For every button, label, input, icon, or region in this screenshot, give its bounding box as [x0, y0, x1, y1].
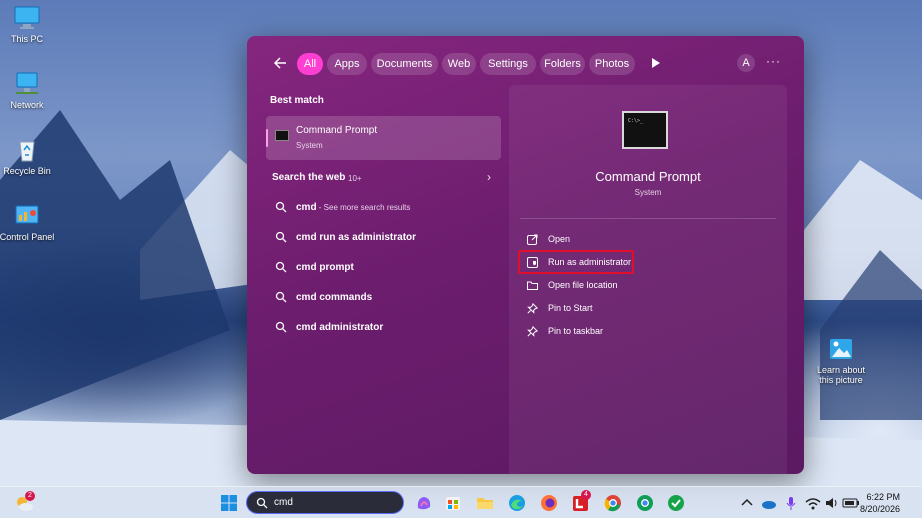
detail-app-type: System [634, 188, 662, 197]
green-app-icon[interactable] [666, 493, 686, 513]
desktop-icon-learn-about[interactable]: Learn about this picture [809, 336, 873, 385]
filter-chip-apps[interactable]: Apps [327, 53, 367, 75]
desktop-icon-label: Network [10, 100, 44, 110]
best-match-type: System [296, 141, 323, 150]
chevron-right-icon[interactable]: › [487, 170, 491, 184]
spotlight-icon [830, 339, 852, 359]
search-web-count: 10+ [348, 174, 362, 183]
search-icon [275, 201, 287, 213]
search-icon [275, 291, 287, 303]
web-result-term: cmd prompt [296, 262, 354, 273]
filter-chip-web[interactable]: Web [442, 53, 476, 75]
notification-badge: 2 [25, 491, 35, 501]
web-result-item[interactable]: cmd run as administrator [275, 226, 500, 250]
back-arrow-icon[interactable] [271, 53, 291, 73]
action-label: Pin to taskbar [548, 326, 604, 336]
search-value: cmd [274, 497, 293, 508]
web-result-item[interactable]: cmd prompt [275, 256, 500, 280]
desktop-icon-label: Recycle Bin [3, 166, 51, 176]
filter-chip-settings[interactable]: Settings [480, 53, 536, 75]
microsoft-store-icon[interactable] [443, 493, 463, 513]
search-icon [275, 231, 287, 243]
monitor-icon [14, 6, 40, 29]
notification-badge: 4 [581, 490, 591, 500]
detail-app-name: Command Prompt [595, 169, 701, 184]
web-result-item[interactable]: cmd administrator [275, 316, 500, 340]
firefox-icon[interactable] [539, 493, 559, 513]
filter-chip-all[interactable]: All [297, 53, 323, 75]
chevron-up-icon[interactable] [737, 493, 757, 513]
recycle-bin-icon [19, 141, 35, 162]
desktop-icon-this-pc[interactable]: This PC [0, 5, 59, 44]
action-open-file-location[interactable]: Open file location [527, 277, 767, 295]
web-result-term: cmd administrator [296, 322, 384, 333]
best-match-heading: Best match [270, 95, 324, 106]
microphone-icon[interactable] [781, 493, 801, 513]
web-result-term: cmd run as administrator [296, 232, 417, 243]
wifi-icon[interactable] [803, 493, 823, 513]
taskbar-search-input[interactable]: cmd [246, 491, 404, 514]
taskbar: 2 cmd 4 6:22 PM 8/20/2026 [0, 486, 922, 518]
action-pin-to-start[interactable]: Pin to Start [527, 300, 767, 318]
search-icon [275, 321, 287, 333]
copilot-icon[interactable] [414, 493, 434, 513]
web-result-item[interactable]: cmd commands [275, 286, 500, 310]
onedrive-icon[interactable] [759, 493, 779, 513]
command-prompt-icon [275, 130, 289, 141]
control-panel-icon [15, 205, 39, 224]
clock-date[interactable]: 8/20/2026 [836, 504, 900, 514]
play-more-filters-icon[interactable] [651, 57, 661, 69]
action-label: Open file location [548, 280, 618, 290]
action-label: Pin to Start [548, 303, 593, 313]
search-filter-bar: All Apps Documents Web Settings Folders … [247, 36, 804, 90]
network-icon [16, 72, 38, 94]
desktop-icon-label: Control Panel [0, 232, 55, 242]
selection-accent [266, 129, 268, 147]
desktop-icon-label: This PC [10, 34, 43, 44]
detail-pane: C:\>_ Command Prompt System Open Run as … [509, 85, 787, 474]
filter-chip-folders[interactable]: Folders [540, 53, 585, 75]
open-external-icon [527, 234, 538, 245]
chrome-icon[interactable] [603, 493, 623, 513]
start-menu: All Apps Documents Web Settings Folders … [247, 36, 804, 474]
desktop-icon-label: Learn about this picture [816, 365, 866, 385]
more-options-icon[interactable]: ··· [766, 54, 781, 68]
web-result-term: cmd commands [296, 292, 373, 303]
action-pin-to-taskbar[interactable]: Pin to taskbar [527, 323, 767, 341]
best-match-item[interactable]: Command Prompt System [266, 116, 501, 160]
divider [520, 218, 776, 219]
desktop-icon-recycle-bin[interactable]: Recycle Bin [0, 137, 59, 176]
web-result-term: cmd [296, 202, 317, 213]
filter-chip-photos[interactable]: Photos [589, 53, 635, 75]
search-icon [256, 497, 268, 509]
clock-time[interactable]: 6:22 PM [846, 492, 900, 502]
edge-icon[interactable] [507, 493, 527, 513]
highlight-annotation-box [518, 250, 634, 274]
avatar[interactable]: A [737, 54, 755, 72]
desktop-icon-control-panel[interactable]: Control Panel [0, 203, 59, 242]
file-explorer-icon[interactable] [475, 493, 495, 513]
pin-icon [527, 303, 538, 314]
action-label: Open [548, 234, 571, 244]
command-prompt-large-icon: C:\>_ [622, 111, 668, 149]
folder-icon [527, 281, 538, 290]
best-match-name: Command Prompt [296, 125, 378, 136]
desktop-icon-network[interactable]: Network [0, 71, 59, 110]
web-result-item[interactable]: cmd - See more search results [275, 196, 500, 220]
pin-icon [527, 326, 538, 337]
search-icon [275, 261, 287, 273]
filter-chip-documents[interactable]: Documents [371, 53, 438, 75]
search-web-heading[interactable]: Search the web [272, 172, 345, 183]
web-result-suffix: - See more search results [316, 203, 411, 212]
action-open[interactable]: Open [527, 231, 767, 249]
chrome-profile-icon[interactable] [635, 493, 655, 513]
windows-start-icon[interactable] [219, 493, 239, 513]
